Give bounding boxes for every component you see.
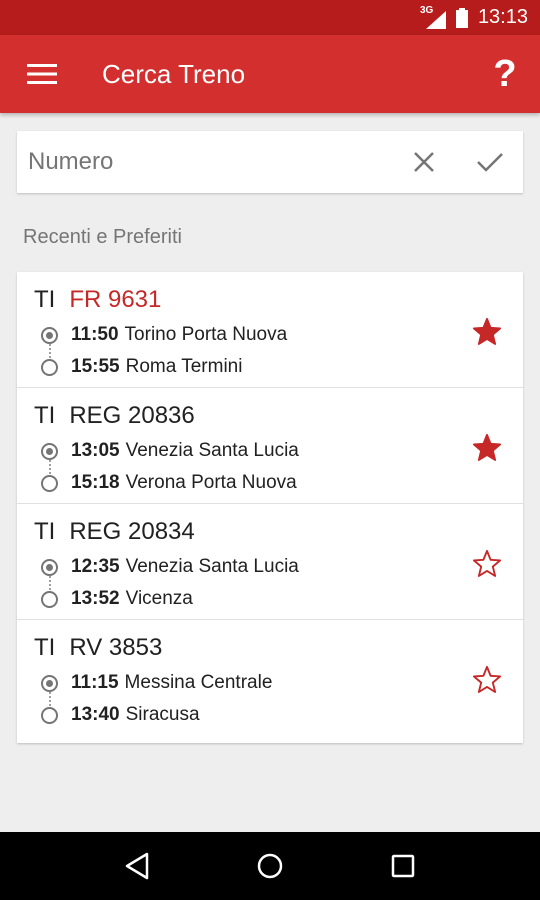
recents-button[interactable]	[378, 841, 428, 891]
arrival-station: Siracusa	[125, 704, 200, 725]
arrival-time: 13:52	[71, 588, 120, 609]
recent-trains-list: TI FR 9631 11:50 Torino Porta Nuova 15:55…	[17, 272, 523, 743]
departure-row: 13:05 Venezia Santa Lucia	[41, 440, 299, 462]
favorite-toggle[interactable]	[471, 664, 503, 696]
arrival-station: Roma Termini	[125, 356, 243, 377]
home-button[interactable]	[245, 841, 295, 891]
back-button[interactable]	[112, 841, 162, 891]
arrival-time: 15:55	[71, 356, 120, 377]
arrival-row: 15:18 Verona Porta Nuova	[41, 472, 297, 494]
departure-radio-icon	[41, 558, 58, 576]
train-list-item[interactable]: TI FR 9631 11:50 Torino Porta Nuova 15:55…	[17, 272, 523, 388]
train-header: TI REG 20836	[34, 402, 195, 430]
train-list-item[interactable]: TI REG 20836 13:05 Venezia Santa Lucia 15…	[17, 388, 523, 504]
arrival-radio-icon	[41, 474, 58, 492]
arrival-row: 13:52 Vicenza	[41, 588, 193, 610]
departure-radio-icon	[41, 326, 58, 344]
menu-button[interactable]	[0, 35, 84, 113]
clear-button[interactable]	[391, 131, 457, 193]
arrival-radio-icon	[41, 706, 58, 724]
train-list-item[interactable]: TI RV 3853 11:15 Messina Centrale 13:40 S…	[17, 620, 523, 736]
check-icon	[477, 153, 503, 172]
departure-row: 11:15 Messina Centrale	[41, 672, 272, 694]
favorite-toggle[interactable]	[471, 548, 503, 580]
confirm-button[interactable]	[457, 131, 523, 193]
arrival-time: 15:18	[71, 472, 120, 493]
train-header: TI REG 20834	[34, 518, 195, 546]
favorite-toggle[interactable]	[471, 316, 503, 348]
departure-station: Messina Centrale	[124, 672, 273, 693]
favorite-toggle[interactable]	[471, 432, 503, 464]
train-list-item[interactable]: TI REG 20834 12:35 Venezia Santa Lucia 13…	[17, 504, 523, 620]
search-card	[17, 131, 523, 193]
status-bar: 3G 13:13	[0, 0, 540, 35]
close-icon	[414, 152, 434, 172]
question-icon: ?	[493, 52, 517, 95]
home-circle-icon	[257, 853, 283, 879]
page-title: Cerca Treno	[102, 58, 246, 89]
train-number: FR 9631	[69, 286, 162, 313]
arrival-time: 13:40	[71, 704, 120, 725]
train-company: TI	[34, 286, 56, 313]
arrival-station: Vicenza	[125, 588, 193, 609]
train-number: RV 3853	[69, 634, 163, 661]
battery-icon	[455, 7, 468, 28]
train-company: TI	[34, 518, 56, 545]
departure-radio-icon	[41, 674, 58, 692]
train-header: TI RV 3853	[34, 634, 162, 662]
help-button[interactable]: ?	[470, 35, 540, 113]
star-filled-icon	[472, 317, 502, 345]
star-outline-icon	[472, 549, 502, 577]
train-number-input[interactable]	[17, 148, 391, 176]
arrival-radio-icon	[41, 590, 58, 608]
star-outline-icon	[472, 665, 502, 693]
arrival-station: Verona Porta Nuova	[125, 472, 297, 493]
departure-time: 11:15	[71, 672, 119, 693]
arrival-row: 15:55 Roma Termini	[41, 356, 242, 378]
departure-station: Venezia Santa Lucia	[125, 440, 299, 461]
navigation-bar	[0, 832, 540, 900]
departure-radio-icon	[41, 442, 58, 460]
train-company: TI	[34, 402, 56, 429]
departure-time: 11:50	[71, 324, 119, 345]
arrival-row: 13:40 Siracusa	[41, 704, 200, 726]
network-signal-icon: 3G	[420, 5, 446, 29]
departure-station: Venezia Santa Lucia	[125, 556, 299, 577]
departure-row: 12:35 Venezia Santa Lucia	[41, 556, 299, 578]
departure-station: Torino Porta Nuova	[124, 324, 288, 345]
recents-square-icon	[392, 854, 415, 878]
train-number: REG 20834	[69, 518, 195, 545]
star-filled-icon	[472, 433, 502, 461]
back-triangle-icon	[125, 852, 148, 880]
arrival-radio-icon	[41, 358, 58, 376]
departure-time: 12:35	[71, 556, 120, 577]
status-time: 13:13	[477, 6, 528, 28]
departure-row: 11:50 Torino Porta Nuova	[41, 324, 287, 346]
app-bar: Cerca Treno ?	[0, 35, 540, 113]
departure-time: 13:05	[71, 440, 120, 461]
train-header: TI FR 9631	[34, 286, 161, 314]
train-number: REG 20836	[69, 402, 195, 429]
train-company: TI	[34, 634, 56, 661]
hamburger-icon	[27, 64, 57, 84]
section-header: Recenti e Preferiti	[23, 226, 182, 248]
